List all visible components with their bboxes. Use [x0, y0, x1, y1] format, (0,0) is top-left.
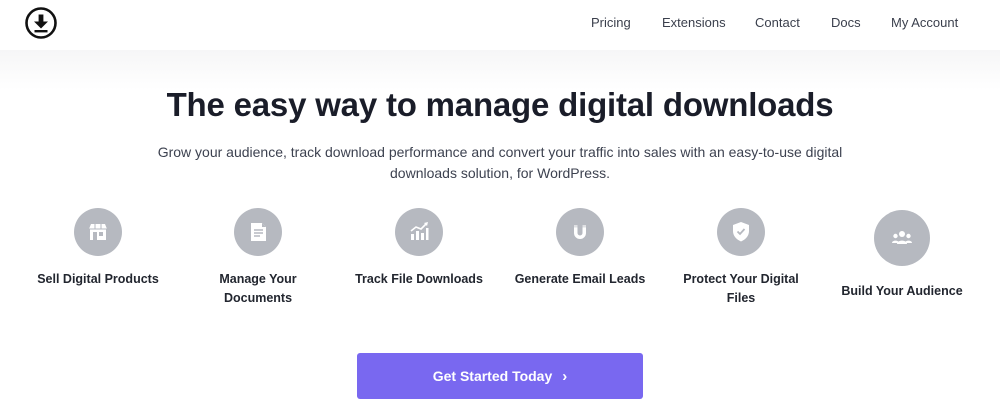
feature-label: Generate Email Leads	[514, 272, 646, 286]
nav-pricing[interactable]: Pricing	[591, 15, 631, 30]
shield-icon	[717, 208, 765, 256]
get-started-button[interactable]: Get Started Today ›	[357, 353, 643, 399]
chart-icon	[395, 208, 443, 256]
nav-contact[interactable]: Contact	[755, 15, 800, 30]
nav-extensions[interactable]: Extensions	[662, 15, 726, 30]
subtitle-line-2: downloads solution, for WordPress.	[390, 165, 610, 181]
feature-label: Sell Digital Products	[37, 272, 159, 286]
storefront-icon	[74, 208, 122, 256]
feature-protect-digital-files: Protect Your Digital Files	[666, 208, 816, 308]
download-circle-icon[interactable]	[24, 6, 58, 40]
nav-docs[interactable]: Docs	[831, 15, 861, 30]
nav-my-account[interactable]: My Account	[891, 15, 958, 30]
page-title: The easy way to manage digital downloads	[166, 86, 834, 123]
feature-build-audience: Build Your Audience	[827, 208, 977, 301]
document-icon	[234, 208, 282, 256]
hero-subtitle: Grow your audience, track download perfo…	[120, 142, 880, 184]
feature-track-file-downloads: Track File Downloads	[344, 208, 494, 289]
feature-label: Track File Downloads	[355, 272, 483, 286]
feature-label: Protect Your Digital Files	[683, 272, 799, 305]
feature-generate-email-leads: Generate Email Leads	[505, 208, 655, 289]
chevron-right-icon: ›	[562, 367, 568, 385]
users-icon	[874, 210, 930, 266]
feature-sell-digital-products: Sell Digital Products	[23, 208, 173, 289]
feature-label: Manage Your Documents	[219, 272, 297, 305]
magnet-icon	[556, 208, 604, 256]
get-started-label: Get Started Today	[432, 368, 553, 384]
feature-manage-documents: Manage Your Documents	[183, 208, 333, 308]
subtitle-line-1: Grow your audience, track download perfo…	[157, 144, 843, 160]
feature-label: Build Your Audience	[841, 284, 963, 298]
top-navigation-bar: Pricing Extensions Contact Docs My Accou…	[0, 0, 1000, 50]
